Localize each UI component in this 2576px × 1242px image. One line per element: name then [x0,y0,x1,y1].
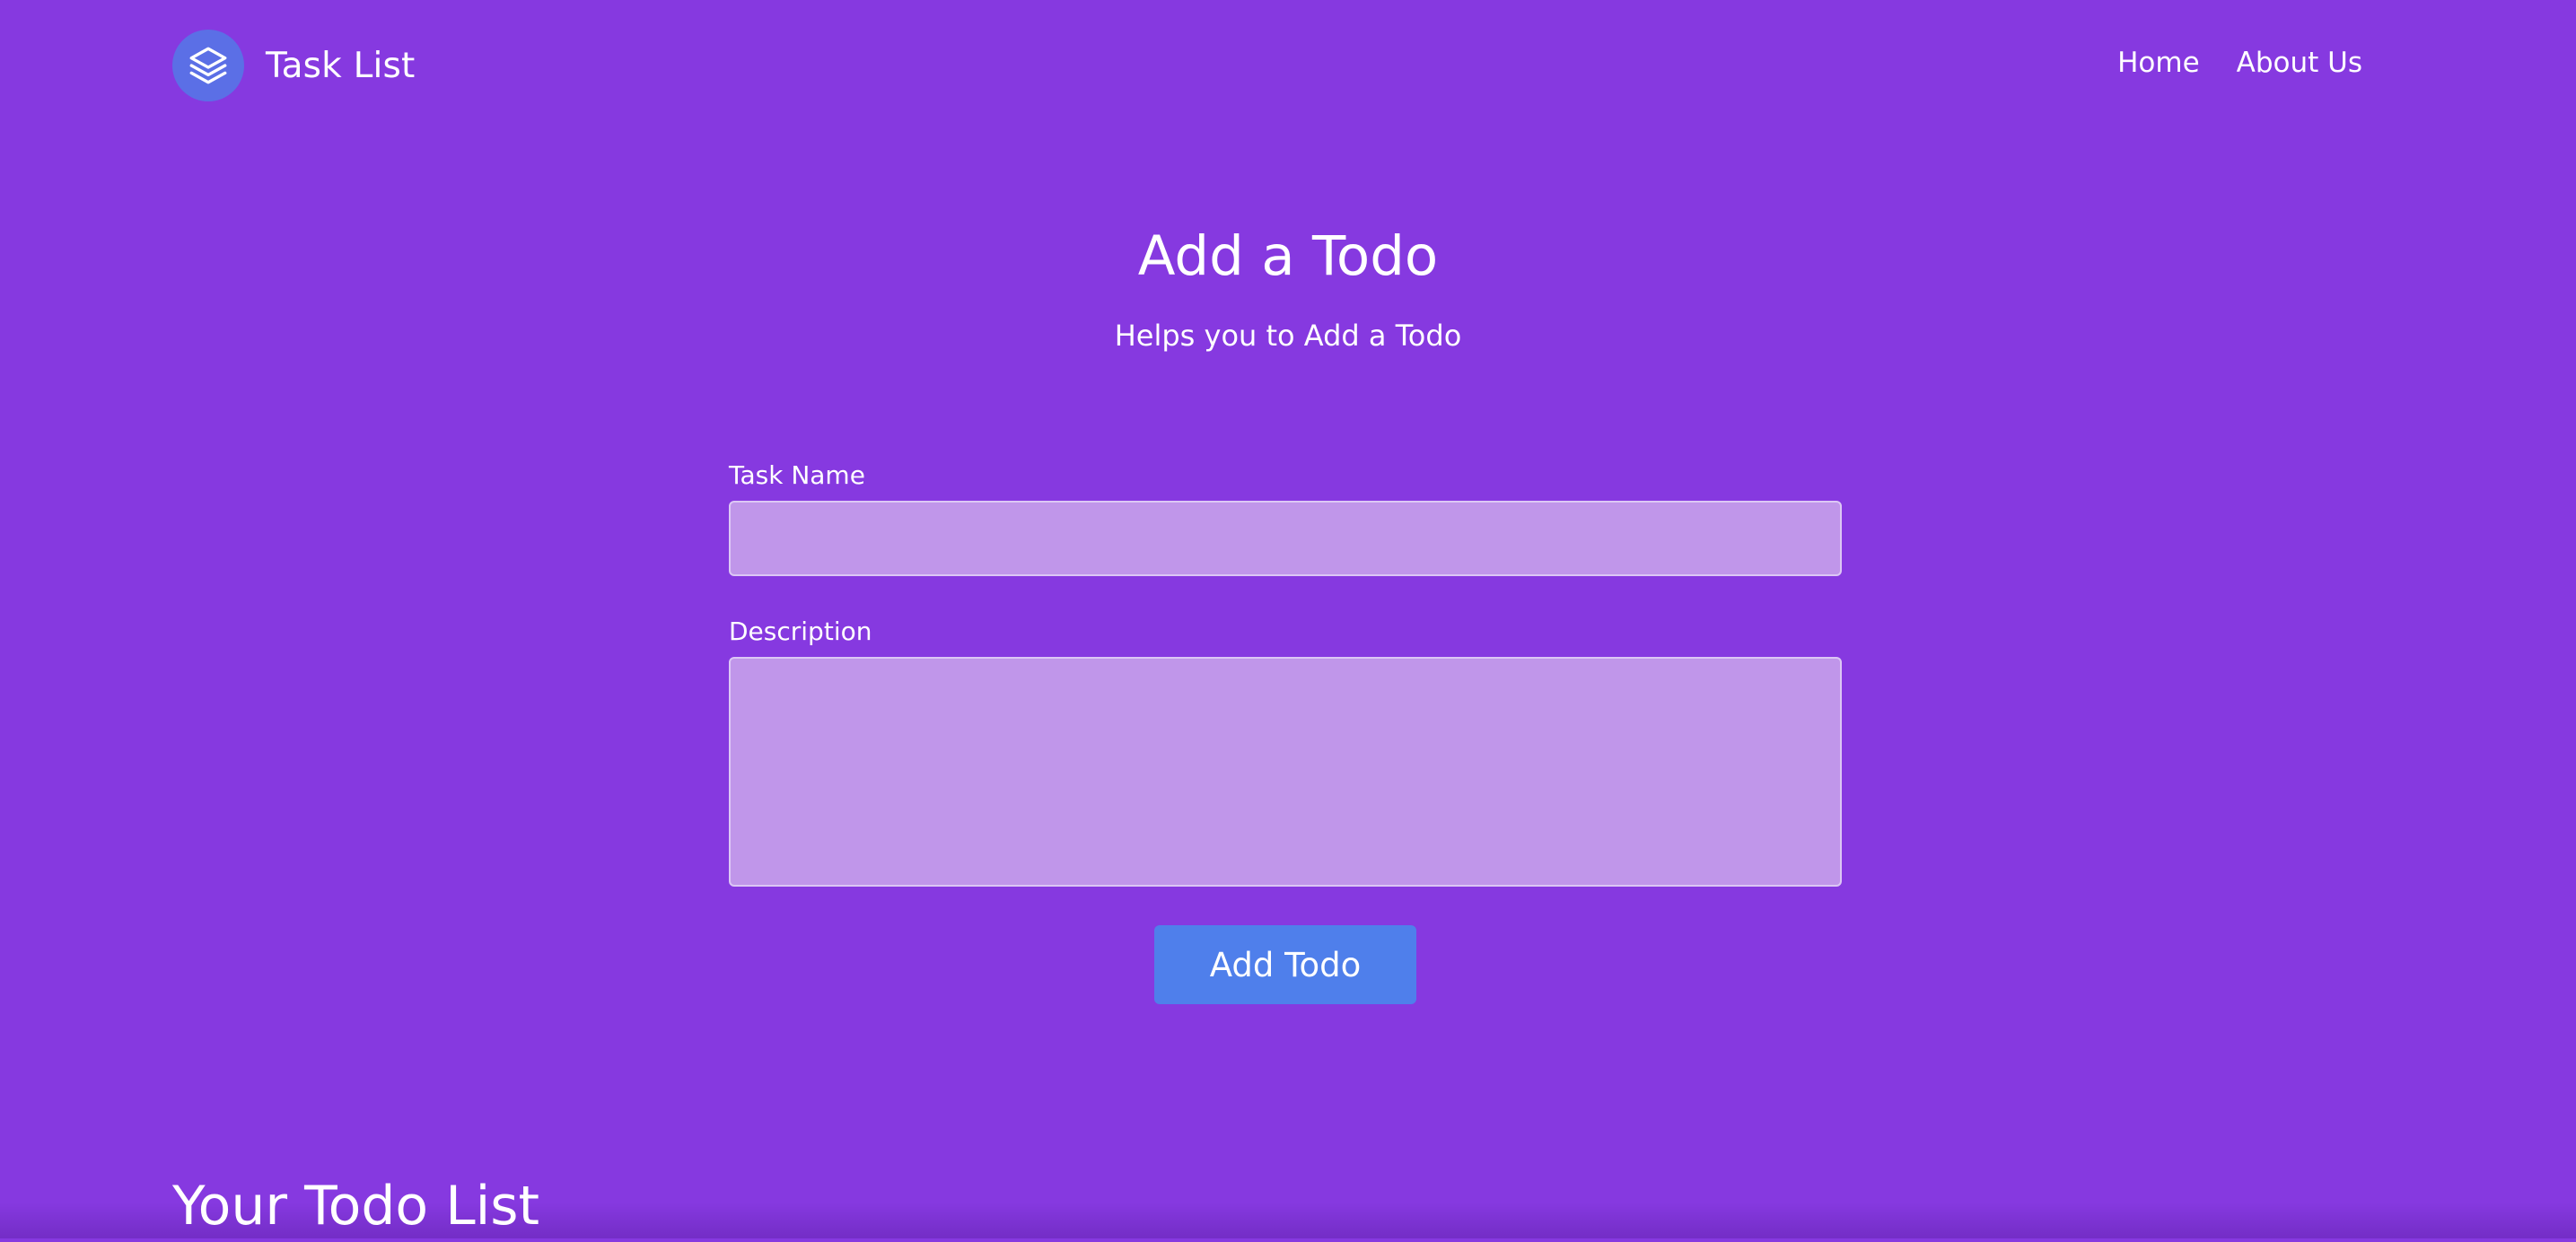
nav-about-us-link[interactable]: About Us [2237,47,2362,79]
hero-section: Add a Todo Helps you to Add a Todo [0,221,2576,355]
brand-link[interactable]: Task List [172,30,416,101]
brand-name: Task List [266,45,416,86]
todo-list-heading: Your Todo List [172,1175,540,1238]
description-label: Description [729,617,872,646]
page-title: Add a Todo [1137,224,1439,288]
page-subtitle: Helps you to Add a Todo [1114,319,1462,353]
nav-home-link[interactable]: Home [2117,47,2200,79]
add-todo-button[interactable]: Add Todo [1154,925,1416,1004]
task-name-input[interactable] [729,501,1842,576]
site-header: Task List Home About Us [0,0,2576,133]
task-name-label: Task Name [729,460,865,490]
main-nav: Home About Us [2117,47,2362,79]
description-textarea[interactable] [729,657,1842,887]
layers-icon [172,30,244,101]
add-todo-form: Task Name Description [729,458,1842,887]
